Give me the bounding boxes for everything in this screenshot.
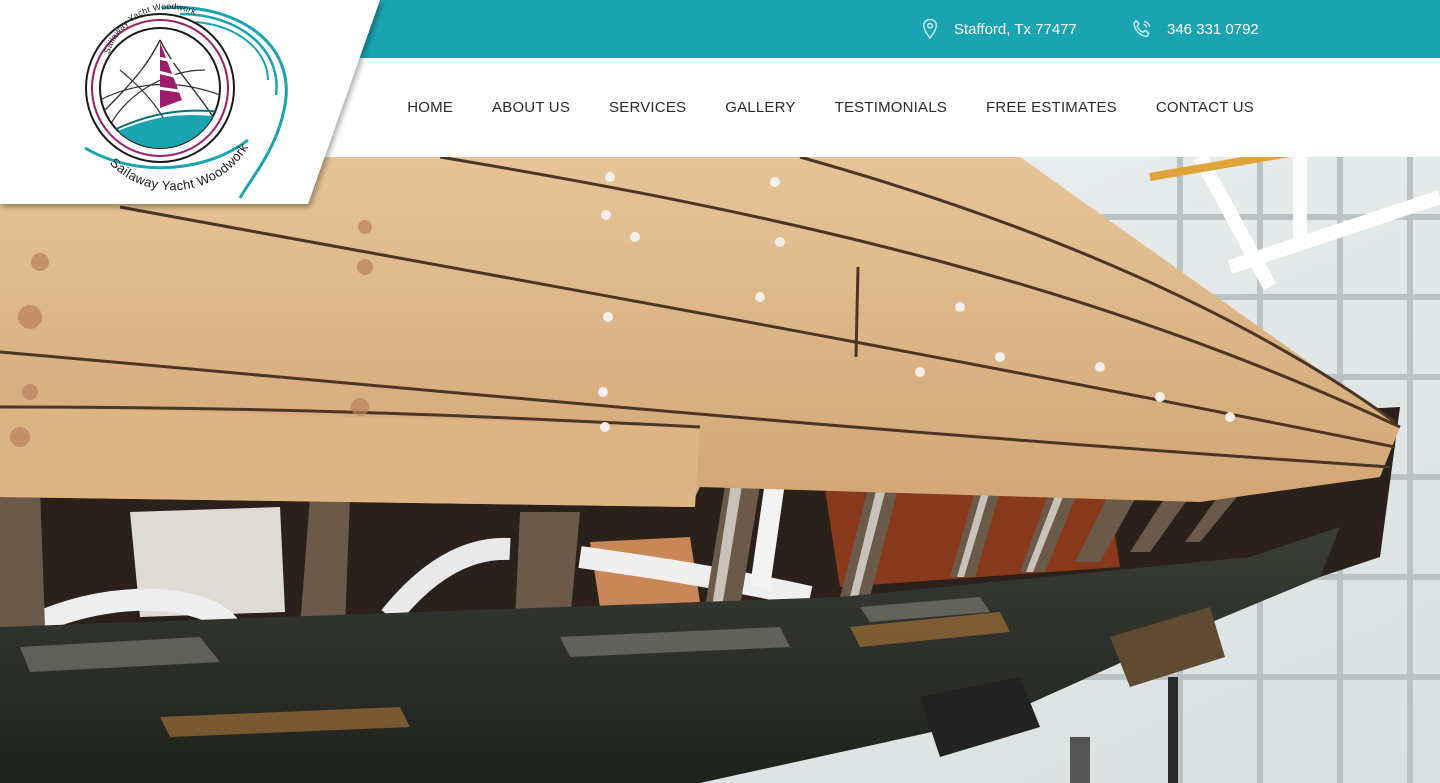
site-logo[interactable]: Sailaway Yacht Woodwork Sailaway Yacht W…	[0, 0, 390, 215]
logo-panel[interactable]: Sailaway Yacht Woodwork Sailaway Yacht W…	[0, 0, 390, 215]
nav-gallery[interactable]: GALLERY	[725, 99, 795, 116]
phone-info[interactable]: 346 331 0792	[1131, 0, 1259, 58]
phone-number[interactable]: 346 331 0792	[1167, 21, 1259, 38]
nav-home[interactable]: HOME	[407, 99, 453, 116]
nav-testimonials[interactable]: TESTIMONIALS	[835, 99, 947, 116]
hero-image	[0, 157, 1440, 783]
location-info: Stafford, Tx 77477	[920, 0, 1077, 58]
nav-services[interactable]: SERVICES	[609, 99, 686, 116]
main-nav: HOME ABOUT US SERVICES GALLERY TESTIMONI…	[407, 58, 1254, 157]
location-text: Stafford, Tx 77477	[954, 20, 1077, 38]
phone-icon	[1133, 19, 1151, 38]
hull-restoration-photo	[0, 157, 1440, 783]
nav-free-estimates[interactable]: FREE ESTIMATES	[986, 99, 1117, 116]
map-pin-icon	[922, 18, 938, 40]
nav-contact-us[interactable]: CONTACT US	[1156, 99, 1254, 116]
nav-about-us[interactable]: ABOUT US	[492, 99, 570, 116]
